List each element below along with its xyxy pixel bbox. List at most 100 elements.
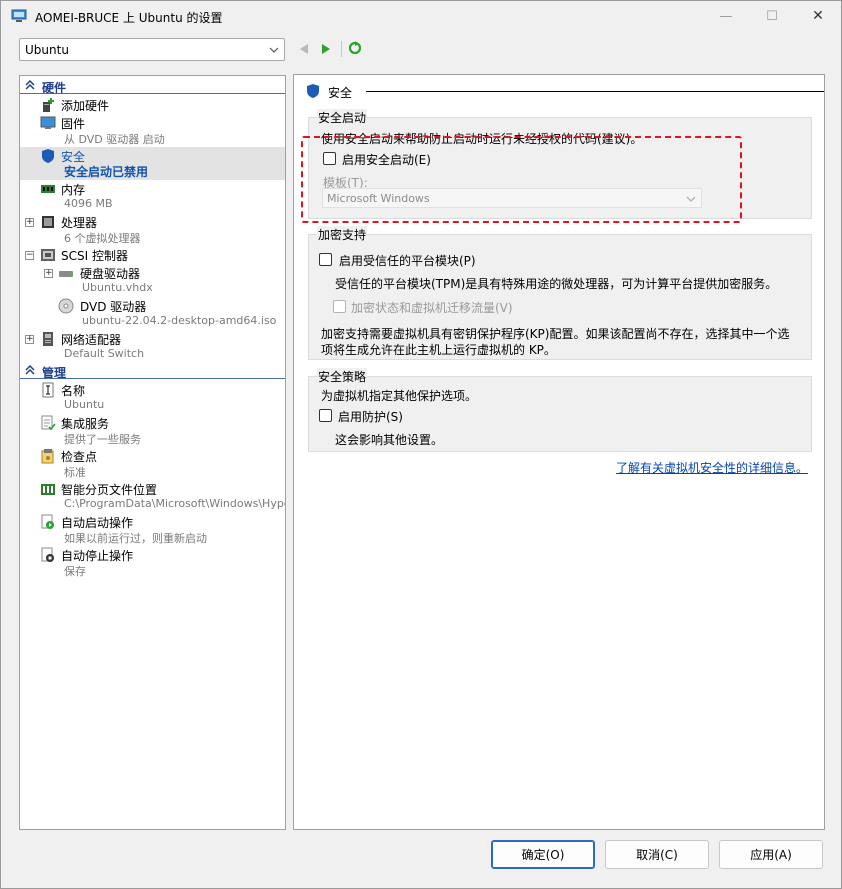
expand-plus-icon[interactable]: +: [25, 218, 34, 227]
ok-button[interactable]: 确定(O): [491, 840, 595, 869]
enable-tpm-checkbox[interactable]: [319, 253, 332, 266]
tree-item-dvd-drive[interactable]: DVD 驱动器 ubuntu-22.04.2-desktop-amd64.iso: [20, 297, 285, 330]
processor-icon: [42, 216, 54, 228]
tree-item-label: SCSI 控制器: [61, 249, 128, 263]
tree-item-security[interactable]: 安全 安全启动已禁用: [20, 147, 285, 180]
category-management[interactable]: 管理: [20, 363, 285, 380]
encrypt-state-checkbox[interactable]: [333, 300, 346, 313]
encryption-support-group: 加密支持 启用受信任的平台模块(P) 受信任的平台模块(TPM)是具有特殊用途的…: [308, 226, 812, 360]
cancel-button[interactable]: 取消(C): [605, 840, 709, 869]
category-management-label: 管理: [42, 366, 67, 380]
firmware-icon: [40, 116, 56, 129]
tree-item-sub: Default Switch: [64, 347, 145, 360]
auto-stop-icon: [41, 547, 54, 562]
maximize-button[interactable]: ☐: [749, 1, 795, 31]
integration-services-icon: [41, 415, 56, 431]
tree-item-label: 名称: [61, 384, 86, 398]
shielding-description: 这会影响其他设置。: [335, 433, 444, 447]
enable-tpm-label[interactable]: 启用受信任的平台模块(P): [339, 252, 476, 269]
category-hardware-label: 硬件: [42, 81, 67, 95]
add-hardware-icon: [43, 98, 54, 112]
refresh-icon[interactable]: [348, 41, 362, 55]
learn-more-link[interactable]: 了解有关虚拟机安全性的详细信息。: [616, 459, 808, 476]
pane-title: 安全: [328, 86, 353, 100]
pane-header: 安全: [306, 83, 824, 100]
kp-description-line-1: 加密支持需要虚拟机具有密钥保护程序(KP)配置。如果该配置尚不存在，选择其中一个…: [321, 327, 790, 341]
hyper-v-app-icon: [11, 9, 27, 22]
window-title: AOMEI-BRUCE 上 Ubuntu 的设置: [35, 11, 223, 25]
tree-item-firmware[interactable]: 固件 从 DVD 驱动器 启动: [20, 114, 285, 147]
tree-item-sub: ubuntu-22.04.2-desktop-amd64.iso: [82, 314, 277, 327]
close-button[interactable]: ✕: [795, 1, 841, 31]
vm-selector[interactable]: Ubuntu: [19, 38, 285, 61]
tree-item-sub: 安全启动已禁用: [64, 165, 149, 179]
expand-plus-icon[interactable]: +: [44, 269, 53, 278]
tree-item-hard-drive[interactable]: + 硬盘驱动器 Ubuntu.vhdx: [20, 264, 285, 297]
tree-item-label: 自动启动操作: [61, 516, 134, 530]
tree-item-sub: 标准: [64, 466, 86, 479]
title-bar: AOMEI-BRUCE 上 Ubuntu 的设置 — ☐ ✕: [1, 1, 841, 33]
tree-item-label: 网络适配器: [61, 333, 122, 347]
tree-item-memory[interactable]: 内存 4096 MB: [20, 180, 285, 213]
smart-paging-icon: [41, 484, 55, 495]
encryption-title: 加密支持: [317, 226, 368, 243]
back-arrow-icon[interactable]: [299, 43, 309, 55]
header-divider: [366, 91, 824, 92]
tree-item-sub: Ubuntu.vhdx: [82, 281, 153, 294]
tree-item-network-adapter[interactable]: + 网络适配器 Default Switch: [20, 330, 285, 363]
tree-item-label: 检查点: [61, 450, 98, 464]
encrypt-state-label[interactable]: 加密状态和虚拟机迁移流量(V): [351, 299, 513, 316]
auto-start-icon: [41, 514, 54, 529]
tree-item-sub: 保存: [64, 565, 86, 578]
tree-item-label: 集成服务: [61, 417, 110, 431]
tree-item-sub: 如果以前运行过，则重新启动: [64, 532, 207, 545]
hard-drive-icon: [59, 271, 73, 277]
kp-description-line-2: 项将生成允许在此主机上运行虚拟机的 KP。: [321, 343, 556, 357]
enable-shielding-label[interactable]: 启用防护(S): [338, 408, 403, 425]
tree-item-checkpoint[interactable]: 检查点 标准: [20, 447, 285, 480]
forward-arrow-icon[interactable]: [321, 43, 331, 55]
tree-item-processor[interactable]: + 处理器 6 个虚拟处理器: [20, 213, 285, 246]
name-icon: [42, 382, 54, 398]
tree-item-label: 处理器: [61, 216, 98, 230]
toolbar-separator: [341, 41, 342, 57]
tree-item-sub: 从 DVD 驱动器 启动: [64, 133, 165, 146]
tree-item-smart-paging[interactable]: 智能分页文件位置 C:\ProgramData\Microsoft\Window…: [20, 480, 285, 513]
tree-item-label: 自动停止操作: [61, 549, 134, 563]
tree-item-label: 硬盘驱动器: [80, 267, 141, 281]
highlight-annotation: [301, 136, 742, 223]
category-hardware[interactable]: 硬件: [20, 78, 285, 95]
shield-icon: [307, 84, 319, 98]
tree-item-label: 固件: [61, 117, 86, 131]
tree-item-auto-stop[interactable]: 自动停止操作 保存: [20, 546, 285, 579]
tree-item-sub: C:\ProgramData\Microsoft\Windows\Hyper-V: [64, 497, 286, 510]
settings-window: AOMEI-BRUCE 上 Ubuntu 的设置 — ☐ ✕ Ubuntu 硬件: [0, 0, 842, 889]
security-policy-title: 安全策略: [317, 368, 368, 385]
tree-item-sub: 4096 MB: [64, 197, 113, 210]
chevron-down-icon: [269, 47, 279, 53]
tree-item-label: DVD 驱动器: [80, 300, 147, 314]
tree-item-name[interactable]: 名称 Ubuntu: [20, 381, 285, 414]
memory-icon: [41, 185, 55, 193]
vm-selector-value: Ubuntu: [25, 43, 69, 57]
tpm-description: 受信任的平台模块(TPM)是具有特殊用途的微处理器，可为计算平台提供加密服务。: [335, 277, 778, 291]
tree-item-sub: Ubuntu: [64, 398, 105, 411]
minimize-button[interactable]: —: [703, 1, 749, 31]
checkpoint-icon: [41, 449, 54, 464]
collapse-minus-icon[interactable]: −: [25, 251, 34, 260]
scsi-controller-icon: [41, 249, 55, 261]
tree-item-sub: 6 个虚拟处理器: [64, 232, 141, 245]
security-policy-group: 安全策略 为虚拟机指定其他保护选项。 启用防护(S) 这会影响其他设置。: [308, 368, 812, 452]
network-adapter-icon: [43, 332, 53, 346]
settings-tree: 硬件 添加硬件 固件 从 DVD 驱动器 启动 安全 安全启动已禁用 内存 40…: [19, 75, 286, 830]
security-policy-description: 为虚拟机指定其他保护选项。: [321, 389, 478, 403]
tree-item-integration-services[interactable]: 集成服务 提供了一些服务: [20, 414, 285, 447]
collapse-chevron-icon: [25, 365, 35, 375]
enable-shielding-checkbox[interactable]: [319, 409, 332, 422]
tree-item-auto-start[interactable]: 自动启动操作 如果以前运行过，则重新启动: [20, 513, 285, 546]
secure-boot-title: 安全启动: [317, 109, 368, 126]
apply-button[interactable]: 应用(A): [719, 840, 823, 869]
tree-item-label: 智能分页文件位置: [61, 483, 158, 497]
shield-icon: [42, 149, 54, 163]
expand-plus-icon[interactable]: +: [25, 335, 34, 344]
